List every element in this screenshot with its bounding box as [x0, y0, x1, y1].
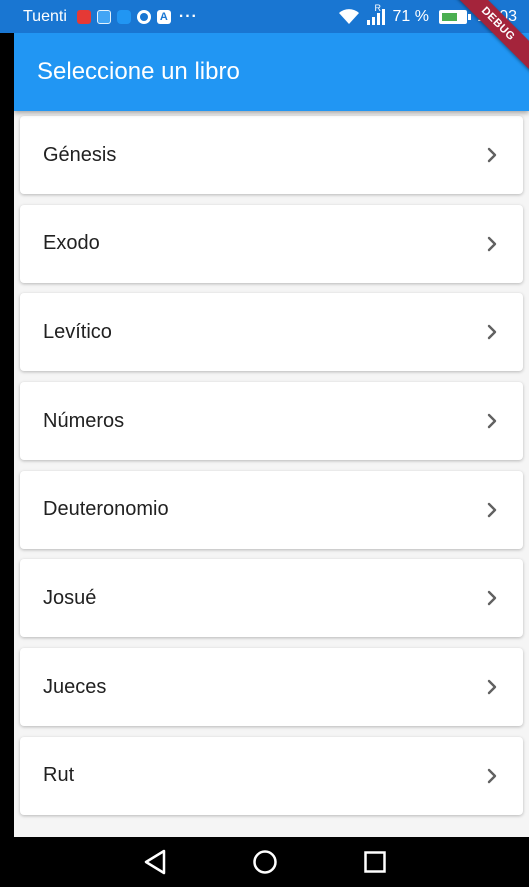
- list-item[interactable]: Exodo: [20, 204, 523, 283]
- usb-icon: [96, 9, 111, 24]
- more-notifications-icon: ···: [178, 7, 198, 25]
- app-bar: Seleccione un libro: [14, 33, 529, 111]
- home-button[interactable]: [210, 837, 320, 887]
- book-name: Levítico: [43, 320, 112, 343]
- list-item[interactable]: Deuteronomio: [20, 470, 523, 549]
- book-name: Rut: [43, 764, 75, 787]
- book-name: Josué: [43, 586, 97, 609]
- battery-icon: [438, 9, 471, 24]
- chat-icon: [116, 9, 131, 24]
- list-item[interactable]: Rut: [20, 736, 523, 815]
- page-title: Seleccione un libro: [37, 58, 240, 85]
- status-bar: Tuenti A ··· R 71 % 12:03: [0, 0, 529, 33]
- list-item[interactable]: Números: [20, 382, 523, 461]
- wifi-icon: [339, 8, 360, 24]
- book-name: Exodo: [43, 232, 100, 255]
- back-button[interactable]: [100, 837, 210, 887]
- chevron-right-icon: [485, 768, 499, 784]
- book-name: Génesis: [43, 143, 117, 166]
- video-icon: [76, 9, 91, 24]
- battery-percent: 71 %: [392, 7, 429, 25]
- whatsapp-icon: [136, 9, 151, 24]
- list-item[interactable]: Jueces: [20, 648, 523, 727]
- roaming-label: R: [374, 2, 381, 13]
- book-list: Génesis Exodo Levítico Números Deuteronomio J…: [14, 116, 529, 815]
- chevron-right-icon: [485, 679, 499, 695]
- a-icon: A: [156, 9, 171, 24]
- battery-fill: [441, 12, 457, 21]
- book-name: Deuteronomio: [43, 498, 169, 521]
- recents-button[interactable]: [320, 837, 430, 887]
- chevron-right-icon: [485, 413, 499, 429]
- signal-icon: R: [366, 3, 386, 25]
- chevron-right-icon: [485, 502, 499, 517]
- list-item[interactable]: Levítico: [20, 293, 523, 372]
- carrier-name: Tuenti: [23, 7, 67, 25]
- screen-edge: [0, 33, 14, 837]
- book-name: Jueces: [43, 675, 107, 698]
- book-list-container[interactable]: Génesis Exodo Levítico Números Deuteronomio J…: [14, 111, 529, 837]
- chevron-right-icon: [485, 325, 499, 340]
- chevron-right-icon: [485, 147, 499, 163]
- list-item[interactable]: Josué: [20, 559, 523, 638]
- back-icon: [144, 849, 165, 875]
- chevron-right-icon: [485, 591, 499, 606]
- status-left: Tuenti A ···: [23, 8, 198, 26]
- home-icon: [252, 850, 277, 874]
- book-name: Números: [43, 409, 125, 432]
- system-nav-bar: [0, 837, 529, 887]
- recents-icon: [363, 851, 386, 873]
- list-item[interactable]: Génesis: [20, 116, 523, 194]
- chevron-right-icon: [485, 236, 499, 251]
